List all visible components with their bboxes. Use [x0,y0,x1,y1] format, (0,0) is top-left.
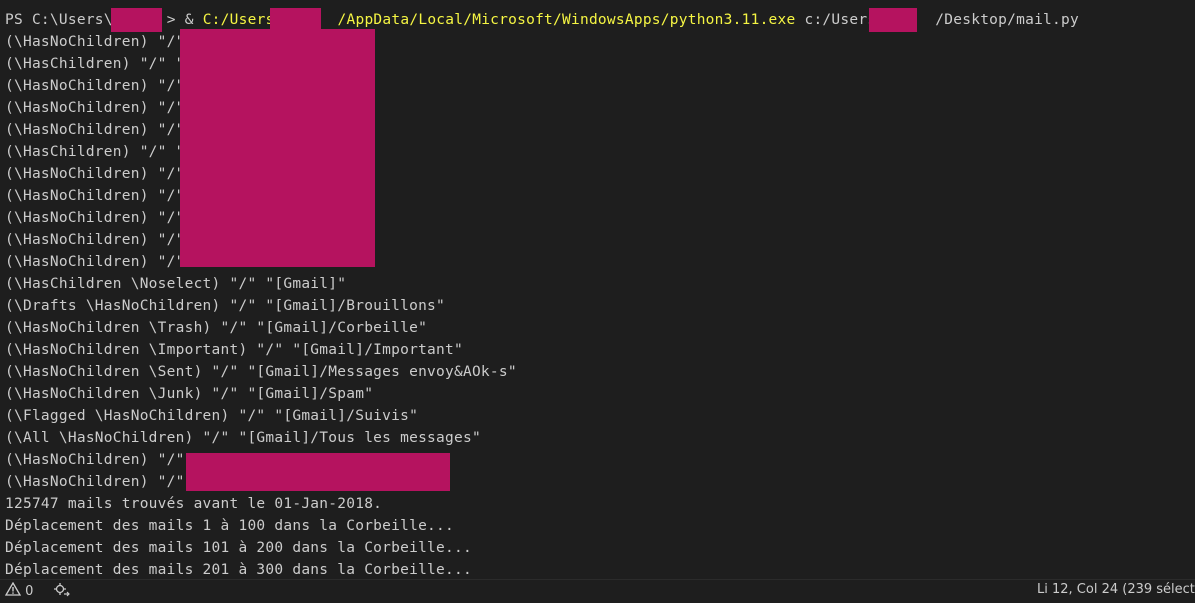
problems-count: 0 [25,584,34,599]
output-line: (\HasChildren \Noselect) "/" "[Gmail]" [5,276,347,292]
output-line: 125747 mails trouvés avant le 01-Jan-201… [5,496,383,512]
output-line: (\HasChildren) "/" " [5,144,185,160]
output-line: (\HasNoChildren) "/" " [5,188,203,204]
output-line: (\HasNoChildren) "/" " [5,34,203,50]
output-line: (\HasNoChildren) "/" " [5,78,203,94]
output-line: (\HasNoChildren \Trash) "/" "[Gmail]/Cor… [5,320,428,336]
command-line: PS C:\Users\ > & C:/Users//AppData/Local/… [5,9,1079,31]
redaction-block [180,29,375,267]
output-line: (\HasChildren) "/" " [5,56,185,72]
output-line: (\All \HasNoChildren) "/" "[Gmail]/Tous … [5,430,481,446]
terminal-panel[interactable]: PS C:\Users\ > & C:/Users//AppData/Local/… [0,0,1195,580]
output-line: (\HasNoChildren \Important) "/" "[Gmail]… [5,342,463,358]
problems-indicator[interactable]: 0 [4,581,34,601]
output-line: (\HasNoChildren) "/" " [5,122,203,138]
warning-icon [4,581,22,601]
script-arg-end: /Desktop/mail.py [935,12,1079,28]
output-line: (\HasNoChildren \Junk) "/" "[Gmail]/Spam… [5,386,374,402]
ports-indicator[interactable] [53,582,71,598]
output-line: (\Drafts \HasNoChildren) "/" "[Gmail]/Br… [5,298,446,314]
redaction-block [186,453,450,491]
output-line: (\HasNoChildren) "/" " [5,166,203,182]
exe-path-end: /AppData/Local/Microsoft/WindowsApps/pyt… [337,12,796,28]
output-line: Déplacement des mails 1 à 100 dans la Co… [5,518,454,534]
prompt-arrow: > & [166,12,203,28]
cursor-position[interactable]: Li 12, Col 24 (239 sélecti [1037,582,1195,598]
redaction-block [869,8,917,32]
output-line: (\Flagged \HasNoChildren) "/" "[Gmail]/S… [5,408,419,424]
output-line: (\HasNoChildren) "/" " [5,210,203,226]
output-line: Déplacement des mails 101 à 200 dans la … [5,540,472,556]
output-line: (\HasNoChildren \Sent) "/" "[Gmail]/Mess… [5,364,517,380]
output-line: (\HasNoChildren) "/" " [5,232,203,248]
output-line: (\HasNoChildren) "/" " [5,474,203,490]
output-line: (\HasNoChildren) "/" " [5,254,203,270]
redaction-block [111,8,162,32]
output-line: Déplacement des mails 201 à 300 dans la … [5,562,472,578]
status-bar: 0 Li 12, Col 24 (239 sélecti [0,579,1195,600]
output-line: (\HasNoChildren) "/" " [5,452,203,468]
output-line: (\HasNoChildren) "/" " [5,100,203,116]
prompt-prefix: PS C:\Users\ [5,12,113,28]
